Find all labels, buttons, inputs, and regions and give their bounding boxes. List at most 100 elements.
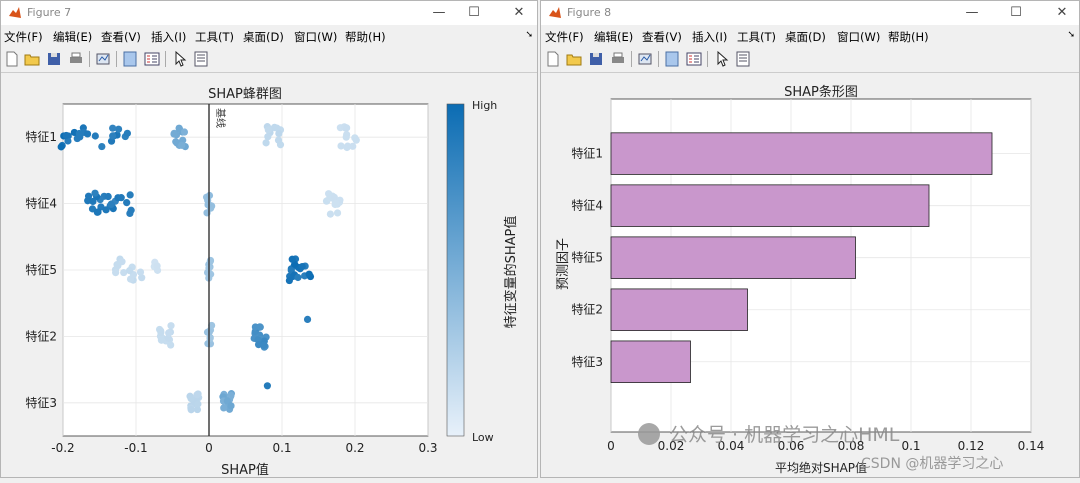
- swarm-point: [98, 142, 106, 151]
- menu-window[interactable]: 窗口(W): [294, 29, 337, 45]
- print-icon[interactable]: [67, 50, 85, 68]
- swarm-point: [206, 256, 215, 265]
- minimize-icon[interactable]: —: [426, 3, 452, 23]
- swarm-point: [75, 129, 83, 138]
- menu-insert[interactable]: 插入(I): [151, 29, 186, 45]
- wechat-icon: [638, 423, 660, 445]
- menu-desktop[interactable]: 桌面(D): [243, 29, 284, 45]
- swarm-point: [83, 130, 92, 138]
- swarm-point: [343, 124, 351, 132]
- minimize-icon[interactable]: —: [959, 3, 985, 23]
- colorbar-high-label: High: [472, 99, 497, 112]
- dock-icon[interactable]: [663, 50, 681, 68]
- figure-8-canvas: 特征1 特征4 特征5 特征2 特征3 0 0.02 0.04 0.06 0.08 0.1 0.12…: [541, 74, 1079, 477]
- figure-7-canvas: 基线 SHAP蜂群图 特征1 特征4 特征5 特征2 特征3 -0.2 -0.1 0 0.1 0…: [1, 74, 537, 478]
- menu-view[interactable]: 查看(V): [642, 29, 682, 45]
- menu-edit[interactable]: 编辑(E): [594, 29, 633, 45]
- menu-view[interactable]: 查看(V): [101, 29, 141, 45]
- swarm-point: [123, 129, 131, 137]
- menu-window[interactable]: 窗口(W): [837, 29, 880, 45]
- property-inspector-icon[interactable]: [734, 50, 752, 68]
- x-tick-label: 0: [607, 439, 615, 453]
- x-tick-label: 0.14: [1018, 439, 1045, 453]
- save-icon[interactable]: [45, 50, 63, 68]
- link-plot-icon[interactable]: [636, 50, 654, 68]
- swarm-point: [220, 404, 228, 412]
- swarm-point: [170, 130, 178, 138]
- x-tick-label: 0.2: [345, 441, 364, 455]
- menu-arrow-icon[interactable]: ➘: [525, 30, 533, 40]
- swarm-point: [194, 400, 202, 408]
- matlab-icon: [549, 7, 561, 18]
- bar-xlabel: 平均绝对SHAP值: [775, 460, 867, 475]
- print-icon[interactable]: [609, 50, 627, 68]
- swarm-point: [330, 193, 338, 201]
- watermark-line1: 公众号 · 机器学习之心HML: [669, 424, 900, 446]
- swarm-point: [109, 132, 117, 140]
- pointer-icon[interactable]: [713, 50, 731, 68]
- swarm-point: [187, 406, 195, 414]
- matlab-icon: [9, 7, 21, 18]
- menu-tools[interactable]: 工具(T): [195, 29, 234, 45]
- menu-tools[interactable]: 工具(T): [737, 29, 776, 45]
- swarm-point: [332, 199, 340, 208]
- figure-8-window: Figure 8 — ☐ ✕ 文件(F) 编辑(E) 查看(V) 插入(I) 工…: [540, 0, 1080, 478]
- open-folder-icon[interactable]: [565, 50, 583, 68]
- save-icon[interactable]: [587, 50, 605, 68]
- legend-icon[interactable]: [143, 50, 161, 68]
- menu-help[interactable]: 帮助(H): [345, 29, 386, 45]
- menu-arrow-icon[interactable]: ➘: [1067, 30, 1075, 40]
- swarm-point: [123, 199, 131, 207]
- swarm-point: [136, 268, 145, 276]
- open-folder-icon[interactable]: [23, 50, 41, 68]
- swarm-point: [167, 322, 175, 330]
- swarm-point: [342, 133, 350, 141]
- title-bar: Figure 7 — ☐ ✕: [1, 1, 537, 25]
- bar-特征2: [610, 288, 748, 331]
- shap-bar-chart: 特征1特征4特征5特征2特征3 0 0.02 0.04 0.06 0.08 0.1 0.12…: [556, 84, 1045, 475]
- close-icon[interactable]: ✕: [1049, 3, 1075, 23]
- pointer-icon[interactable]: [171, 50, 189, 68]
- menu-file[interactable]: 文件(F): [545, 29, 584, 45]
- y-tick-label: 特征3: [25, 395, 57, 410]
- x-tick-label: -0.1: [124, 441, 147, 455]
- swarm-point: [256, 323, 264, 331]
- legend-icon[interactable]: [685, 50, 703, 68]
- colorbar-low-label: Low: [472, 431, 494, 444]
- y-tick-label: 特征4: [25, 196, 57, 211]
- swarm-point: [326, 210, 335, 218]
- swarm-point: [112, 269, 120, 277]
- x-tick-label: 0.12: [958, 439, 985, 453]
- title-bar: Figure 8 — ☐ ✕: [541, 1, 1079, 25]
- menu-edit[interactable]: 编辑(E): [53, 29, 92, 45]
- new-file-icon[interactable]: [544, 50, 562, 68]
- swarm-point: [305, 270, 313, 278]
- swarm-point: [91, 189, 99, 197]
- y-tick-label: 特征5: [571, 250, 603, 265]
- dock-icon[interactable]: [121, 50, 139, 68]
- swarm-point: [126, 191, 134, 199]
- menu-insert[interactable]: 插入(I): [692, 29, 727, 45]
- swarm-point: [352, 136, 360, 144]
- maximize-icon[interactable]: ☐: [1003, 3, 1029, 23]
- maximize-icon[interactable]: ☐: [461, 3, 487, 23]
- new-file-icon[interactable]: [3, 50, 21, 68]
- menu-file[interactable]: 文件(F): [4, 29, 43, 45]
- menu-desktop[interactable]: 桌面(D): [785, 29, 826, 45]
- toolbar: [541, 46, 1079, 73]
- x-tick-label: 0.1: [901, 439, 920, 453]
- link-plot-icon[interactable]: [94, 50, 112, 68]
- menu-help[interactable]: 帮助(H): [888, 29, 929, 45]
- swarm-point: [89, 197, 97, 206]
- swarm-point: [333, 209, 342, 217]
- swarm-point: [127, 206, 135, 214]
- x-tick-label: -0.2: [51, 441, 74, 455]
- swarm-point: [207, 270, 215, 278]
- swarm-point: [303, 315, 312, 323]
- swarm-point: [153, 266, 162, 274]
- bar-特征3: [610, 340, 691, 383]
- shap-swarm-chart: 基线 SHAP蜂群图 特征1 特征4 特征5 特征2 特征3 -0.2 -0.1 0 0.1 0…: [25, 87, 519, 478]
- property-inspector-icon[interactable]: [192, 50, 210, 68]
- close-icon[interactable]: ✕: [506, 3, 532, 23]
- bar-ylabel: 预测因子: [556, 238, 571, 290]
